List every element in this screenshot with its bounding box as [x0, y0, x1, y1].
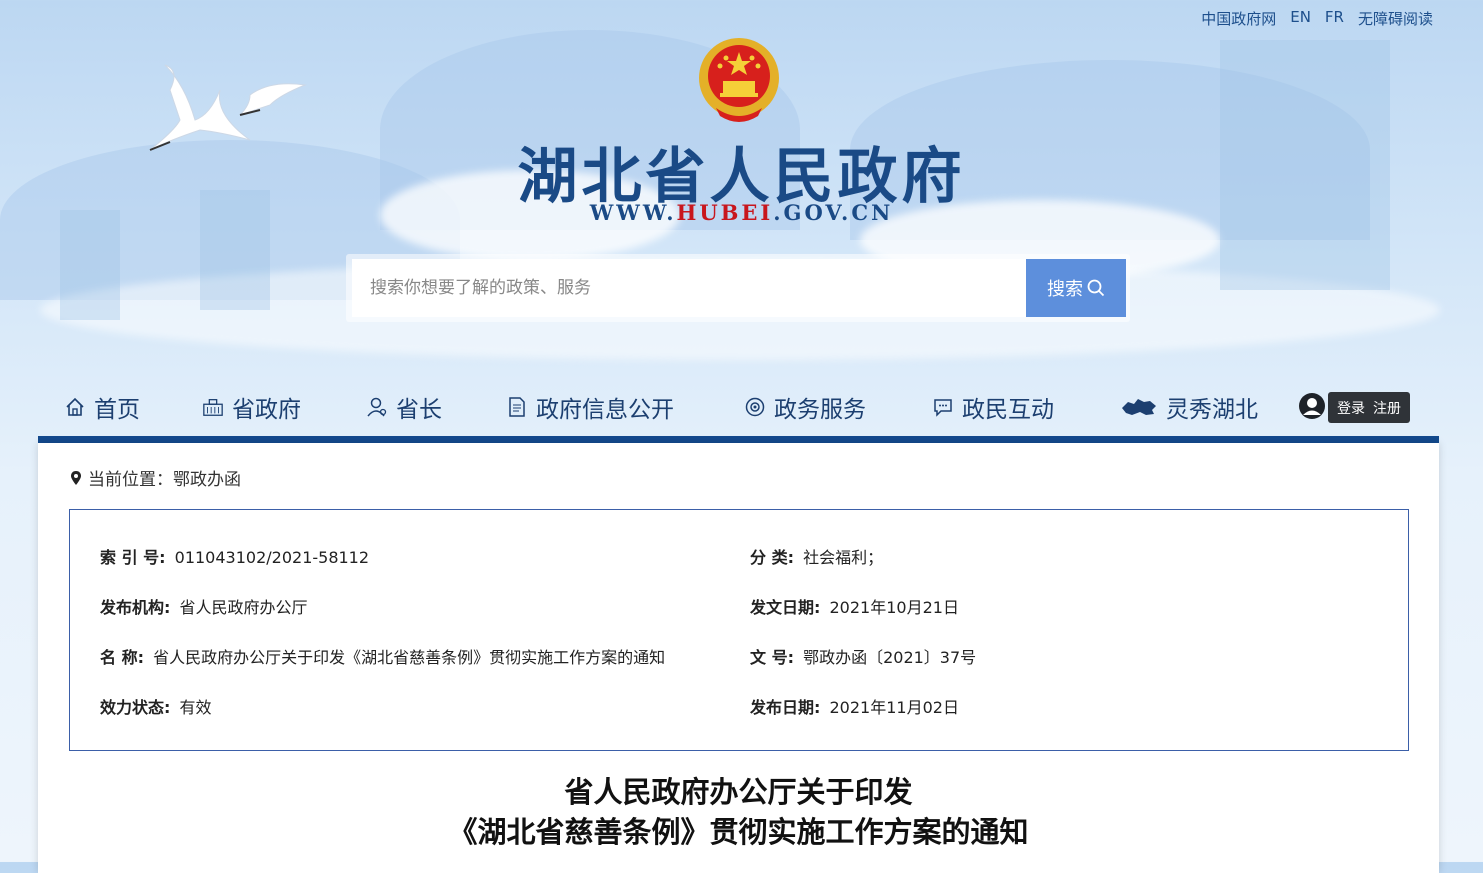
nav-item-label: 政府信息公开 [536, 397, 674, 423]
building-icon [202, 396, 224, 418]
national-emblem-icon [699, 38, 779, 122]
document-title-line1: 省人民政府办公厅关于印发 [564, 775, 913, 809]
breadcrumb: 当前位置： 鄂政办函 [70, 465, 241, 490]
nav-underline-bar [38, 436, 1439, 443]
info-category: 分 类: 社会福利； [750, 544, 883, 568]
nav-item-label: 政务服务 [774, 397, 866, 423]
location-pin-icon [71, 470, 81, 485]
info-index-value: 011043102/2021-58112 [174, 548, 370, 567]
info-name: 名 称: 省人民政府办公厅关于印发《湖北省慈善条例》贯彻实施工作方案的通知 [100, 644, 665, 668]
breadcrumb-label: 当前位置： [88, 470, 173, 490]
info-issue-date: 发文日期: 2021年10月21日 [750, 594, 959, 618]
search-button-label: 搜索 [1047, 279, 1083, 299]
info-index: 索 引 号: 011043102/2021-58112 [100, 544, 369, 568]
user-avatar-icon[interactable] [1298, 392, 1326, 420]
info-category-value: 社会福利； [803, 548, 884, 567]
info-publisher-value: 省人民政府办公厅 [179, 598, 308, 617]
document-info-box: 索 引 号: 011043102/2021-58112 分 类: 社会福利； 发… [69, 509, 1409, 751]
search-icon [1087, 279, 1105, 297]
nav-item-label: 首页 [94, 397, 140, 423]
nav-item-label: 政民互动 [962, 397, 1054, 423]
info-doc-number-label: 文 号: [750, 648, 794, 667]
main-nav: 首页 省政府 省长 政府信息公开 政务服务 政民互动 灵秀湖北 [38, 384, 1440, 436]
nav-item-home[interactable]: 首页 [64, 390, 140, 424]
hubei-map-icon [1120, 396, 1158, 418]
link-english[interactable]: EN [1290, 8, 1311, 29]
info-issue-date-label: 发文日期: [750, 598, 821, 617]
register-link[interactable]: 注册 [1373, 398, 1401, 418]
site-url-mid: HUBEI [676, 200, 774, 225]
nav-item-interaction[interactable]: 政民互动 [932, 390, 1054, 424]
nav-item-label: 省长 [396, 397, 442, 423]
login-register-button: 登录 注册 [1328, 392, 1410, 423]
nav-item-label: 省政府 [232, 397, 301, 423]
top-links: 中国政府网 EN FR 无障碍阅读 [1201, 8, 1433, 29]
info-publisher-label: 发布机构: [100, 598, 171, 617]
info-publish-date: 发布日期: 2021年11月02日 [750, 694, 959, 718]
search-bar: 搜索 [346, 254, 1130, 322]
breadcrumb-current[interactable]: 鄂政办函 [173, 465, 241, 490]
link-accessibility[interactable]: 无障碍阅读 [1358, 8, 1433, 29]
link-gov-cn[interactable]: 中国政府网 [1201, 8, 1276, 29]
site-url: WWW.HUBEI.GOV.CN [0, 200, 1483, 225]
info-publisher: 发布机构: 省人民政府办公厅 [100, 594, 308, 618]
search-button[interactable]: 搜索 [1026, 259, 1126, 317]
content-panel: 当前位置： 鄂政办函 索 引 号: 011043102/2021-58112 分… [38, 443, 1439, 873]
nav-item-lingxiu-hubei[interactable]: 灵秀湖北 [1120, 390, 1258, 424]
site-url-suffix: .GOV.CN [773, 200, 894, 225]
info-status: 效力状态: 有效 [100, 694, 212, 718]
info-name-value: 省人民政府办公厅关于印发《湖北省慈善条例》贯彻实施工作方案的通知 [153, 648, 666, 667]
building-silhouette [60, 210, 120, 320]
info-status-value: 有效 [179, 698, 212, 717]
info-status-label: 效力状态: [100, 698, 171, 717]
info-issue-date-value: 2021年10月21日 [829, 598, 959, 617]
info-publish-date-label: 发布日期: [750, 698, 821, 717]
service-icon [744, 396, 766, 418]
person-icon [366, 396, 388, 418]
info-doc-number: 文 号: 鄂政办函〔2021〕37号 [750, 644, 976, 668]
info-doc-number-value: 鄂政办函〔2021〕37号 [803, 648, 977, 667]
search-input[interactable] [352, 259, 1026, 317]
nav-item-provincial-gov[interactable]: 省政府 [202, 390, 301, 424]
nav-item-label: 灵秀湖北 [1166, 397, 1258, 423]
site-url-prefix: WWW. [589, 200, 677, 225]
info-name-label: 名 称: [100, 648, 144, 667]
info-publish-date-value: 2021年11月02日 [829, 698, 959, 717]
info-category-label: 分 类: [750, 548, 794, 567]
document-icon [506, 396, 528, 418]
info-index-label: 索 引 号: [100, 548, 166, 567]
nav-item-info-disclosure[interactable]: 政府信息公开 [506, 390, 674, 424]
nav-item-gov-services[interactable]: 政务服务 [744, 390, 866, 424]
login-link[interactable]: 登录 [1337, 398, 1365, 418]
home-icon [64, 396, 86, 418]
chat-icon [932, 396, 954, 418]
link-french[interactable]: FR [1325, 8, 1344, 29]
document-title-line2: 《湖北省慈善条例》贯彻实施工作方案的通知 [448, 815, 1029, 849]
nav-item-governor[interactable]: 省长 [366, 390, 442, 424]
